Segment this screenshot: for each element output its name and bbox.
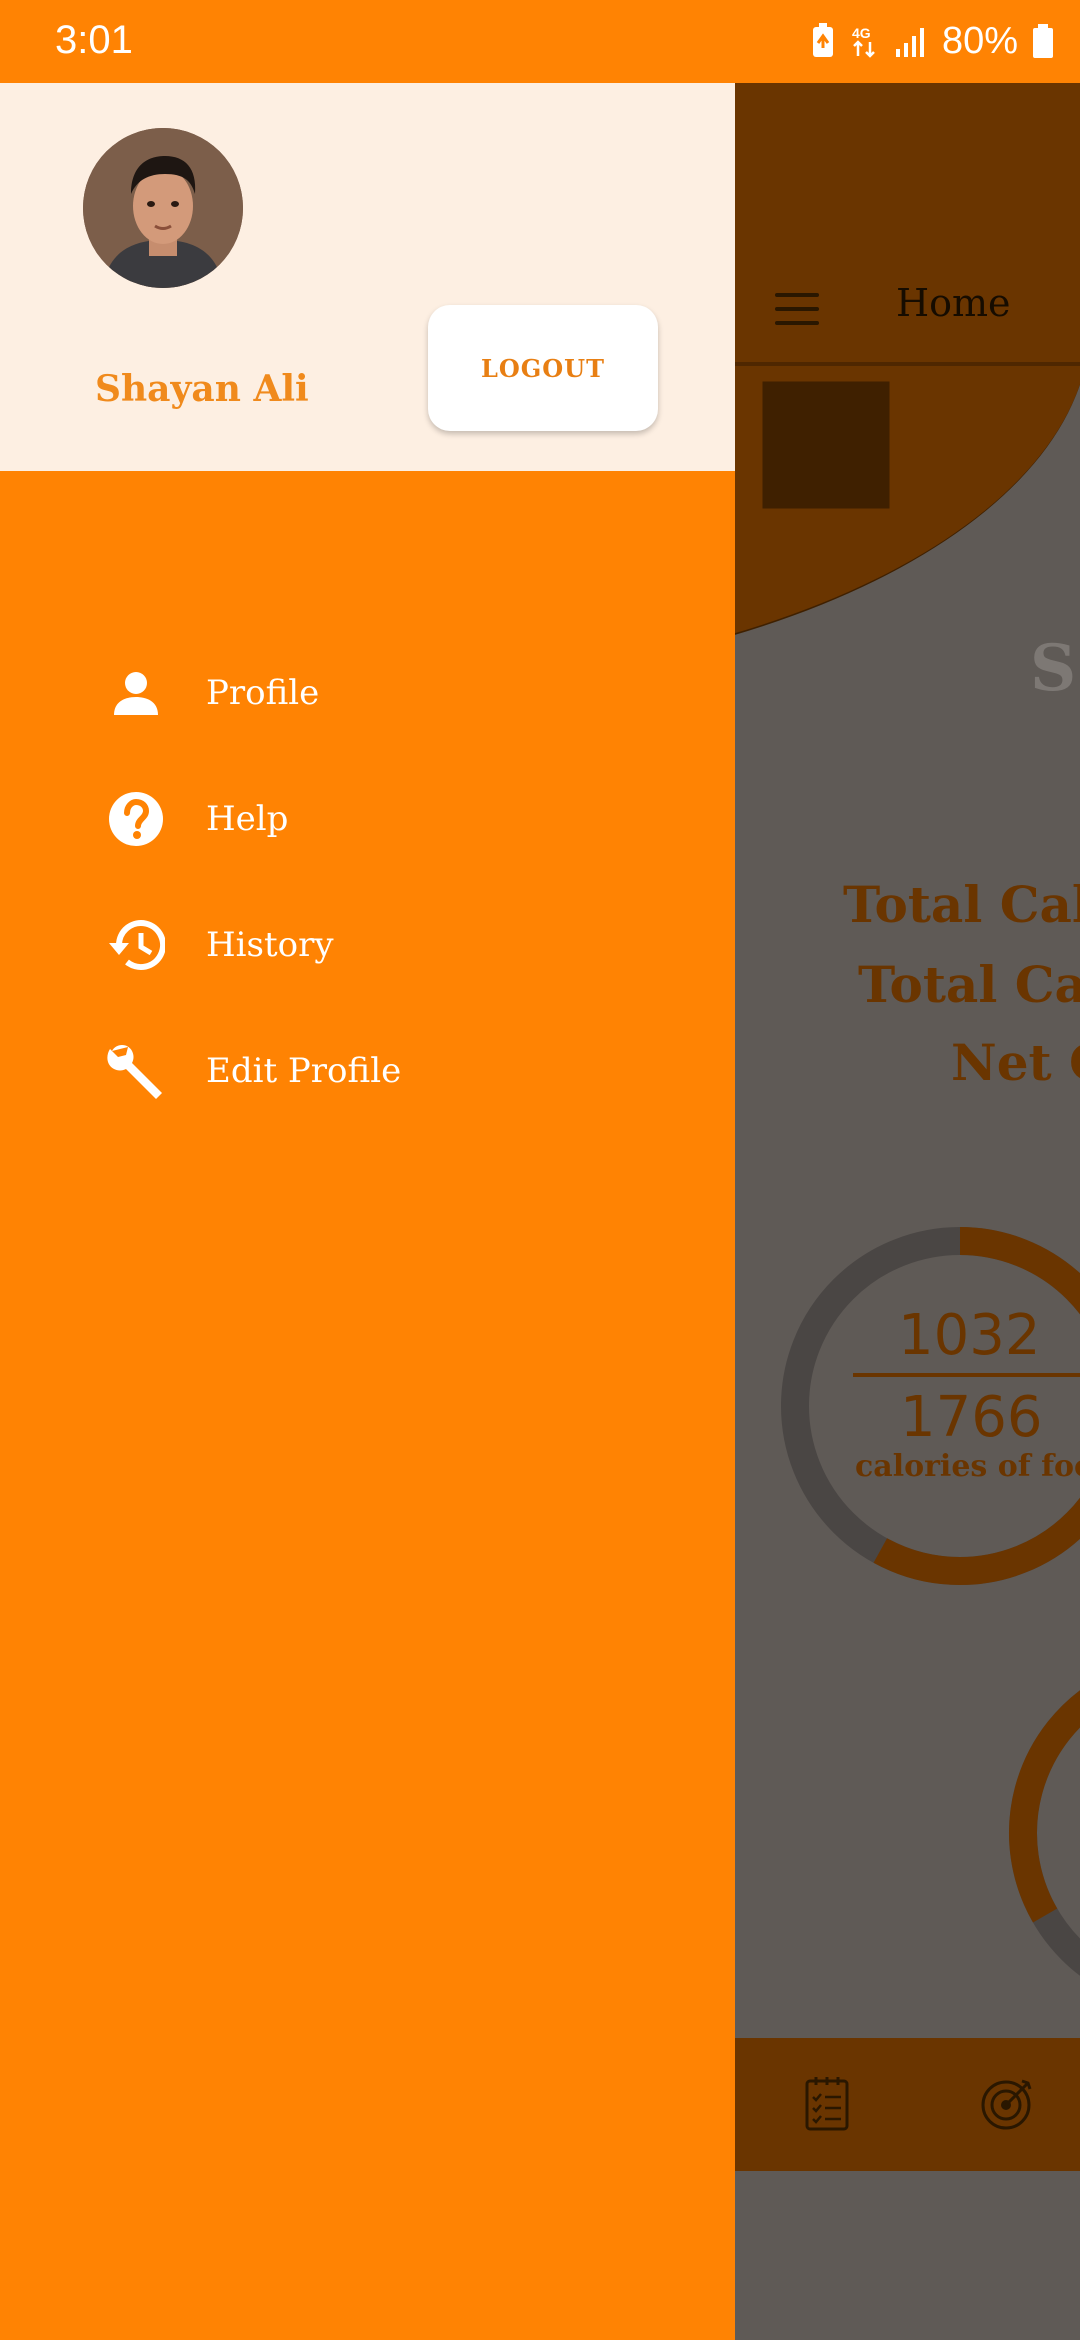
history-icon — [104, 913, 168, 977]
user-name: Shayan Ali — [95, 368, 309, 410]
menu-item-label: Edit Profile — [206, 1051, 402, 1091]
logout-button[interactable]: LOGOUT — [428, 305, 658, 431]
person-icon — [104, 661, 168, 725]
net-calories-line: Net C — [951, 1033, 1080, 1092]
goal-value: 1766 — [900, 1385, 1043, 1450]
calories-label: calories of food consumed — [855, 1449, 1080, 1484]
total-calories-line-2: Total Calo — [858, 955, 1080, 1014]
menu-item-label: Profile — [206, 673, 320, 713]
svg-text:4G: 4G — [852, 25, 871, 41]
menu-item-label: History — [206, 925, 334, 965]
help-icon — [104, 787, 168, 851]
status-icons: 4G 80% — [810, 18, 1054, 64]
signal-icon — [895, 28, 924, 57]
fraction-divider — [853, 1373, 1080, 1377]
drawer-header: Shayan Ali LOGOUT — [0, 83, 735, 471]
menu-item-label: Help — [206, 799, 289, 839]
menu-item-profile[interactable]: Profile — [0, 643, 735, 743]
status-time: 3:01 — [55, 18, 133, 62]
home-title: Home — [896, 281, 1011, 325]
checklist-icon[interactable] — [804, 2075, 850, 2131]
battery-percent: 80% — [941, 19, 1018, 62]
battery-icon — [1033, 24, 1053, 58]
menu-item-help[interactable]: Help — [0, 769, 735, 869]
total-calories-line-1: Total Calo — [843, 875, 1080, 934]
menu-item-history[interactable]: History — [0, 895, 735, 995]
wrench-icon — [104, 1039, 168, 1103]
status-bar: 3:01 4G 80% — [0, 0, 1080, 83]
navigation-drawer: Shayan Ali LOGOUT Profile Help History E… — [0, 83, 735, 2340]
consumed-value: 1032 — [898, 1303, 1041, 1368]
faded-heading: S — [1030, 631, 1077, 706]
battery-saver-icon — [812, 23, 833, 57]
menu-icon[interactable] — [775, 293, 819, 335]
target-icon[interactable] — [980, 2075, 1036, 2131]
avatar-photo — [83, 128, 243, 288]
menu-item-edit-profile[interactable]: Edit Profile — [0, 1021, 735, 1121]
avatar — [83, 128, 243, 288]
network-4g-icon: 4G — [852, 25, 875, 58]
secondary-donut-chart — [1009, 1654, 1080, 2012]
